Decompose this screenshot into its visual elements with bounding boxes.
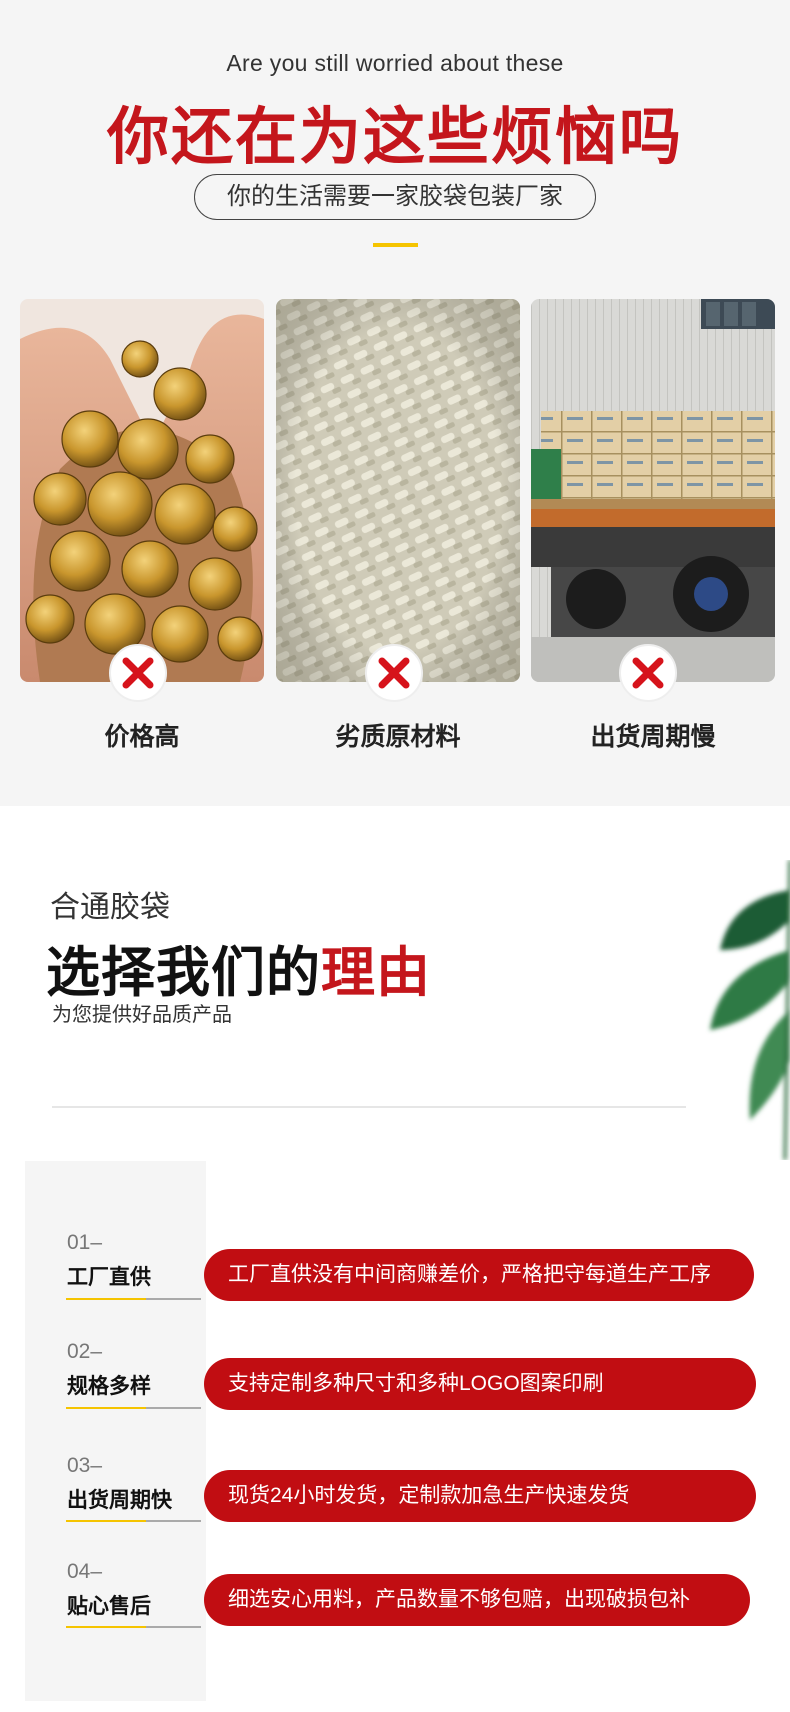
card-coins (20, 299, 264, 682)
x-mark-icon (109, 644, 167, 702)
leaf-decoration (710, 860, 790, 1160)
reason-underline (66, 1520, 201, 1522)
coins-photo (20, 299, 264, 682)
reason-number: 02– (67, 1340, 103, 1363)
reason-label: 出货周期快 (67, 1489, 172, 1512)
problems-title: 你还在为这些烦恼吗 (106, 103, 683, 172)
reasons-title-main: 选择我们的 (46, 943, 321, 1003)
reasons-subtitle: 为您提供好品质产品 (52, 1004, 232, 1026)
reasons-left-panel (25, 1161, 206, 1701)
card-pellets (276, 299, 520, 682)
reason-label: 规格多样 (67, 1375, 151, 1398)
x-mark-icon (365, 644, 423, 702)
pellets-photo (276, 299, 520, 682)
card-label-delivery: 出货周期慢 (590, 723, 716, 751)
reason-underline (66, 1626, 201, 1628)
section-divider (52, 1106, 686, 1108)
tagline-pill: 你的生活需要一家胶袋包装厂家 (194, 174, 596, 220)
reason-number: 01– (67, 1231, 103, 1254)
problems-section: Are you still worried about these 你还在为这些… (0, 0, 790, 806)
reasons-title: 选择我们的理由 (46, 928, 431, 1007)
card-truck (531, 299, 775, 682)
reason-label: 工厂直供 (67, 1266, 151, 1289)
card-label-material: 劣质原材料 (335, 723, 461, 751)
truck-photo (531, 299, 775, 682)
reason-underline (66, 1298, 201, 1300)
reason-description-pill: 细选安心用料，产品数量不够包赔，出现破损包补 (204, 1574, 750, 1626)
reason-number: 04– (67, 1560, 103, 1583)
reason-description-pill: 支持定制多种尺寸和多种LOGO图案印刷 (204, 1358, 756, 1410)
brand-name: 合通胶袋 (50, 891, 170, 924)
x-mark-icon (619, 644, 677, 702)
reason-description-pill: 工厂直供没有中间商赚差价，严格把守每道生产工序 (204, 1249, 754, 1301)
english-subtitle: Are you still worried about these (226, 50, 564, 76)
reasons-title-accent: 理由 (321, 943, 431, 1003)
reason-number: 03– (67, 1454, 103, 1477)
yellow-divider (373, 243, 418, 247)
reason-label: 贴心售后 (67, 1595, 151, 1618)
reason-underline (66, 1407, 201, 1409)
card-label-price: 价格高 (104, 723, 180, 751)
reason-description-pill: 现货24小时发货，定制款加急生产快速发货 (204, 1470, 756, 1522)
